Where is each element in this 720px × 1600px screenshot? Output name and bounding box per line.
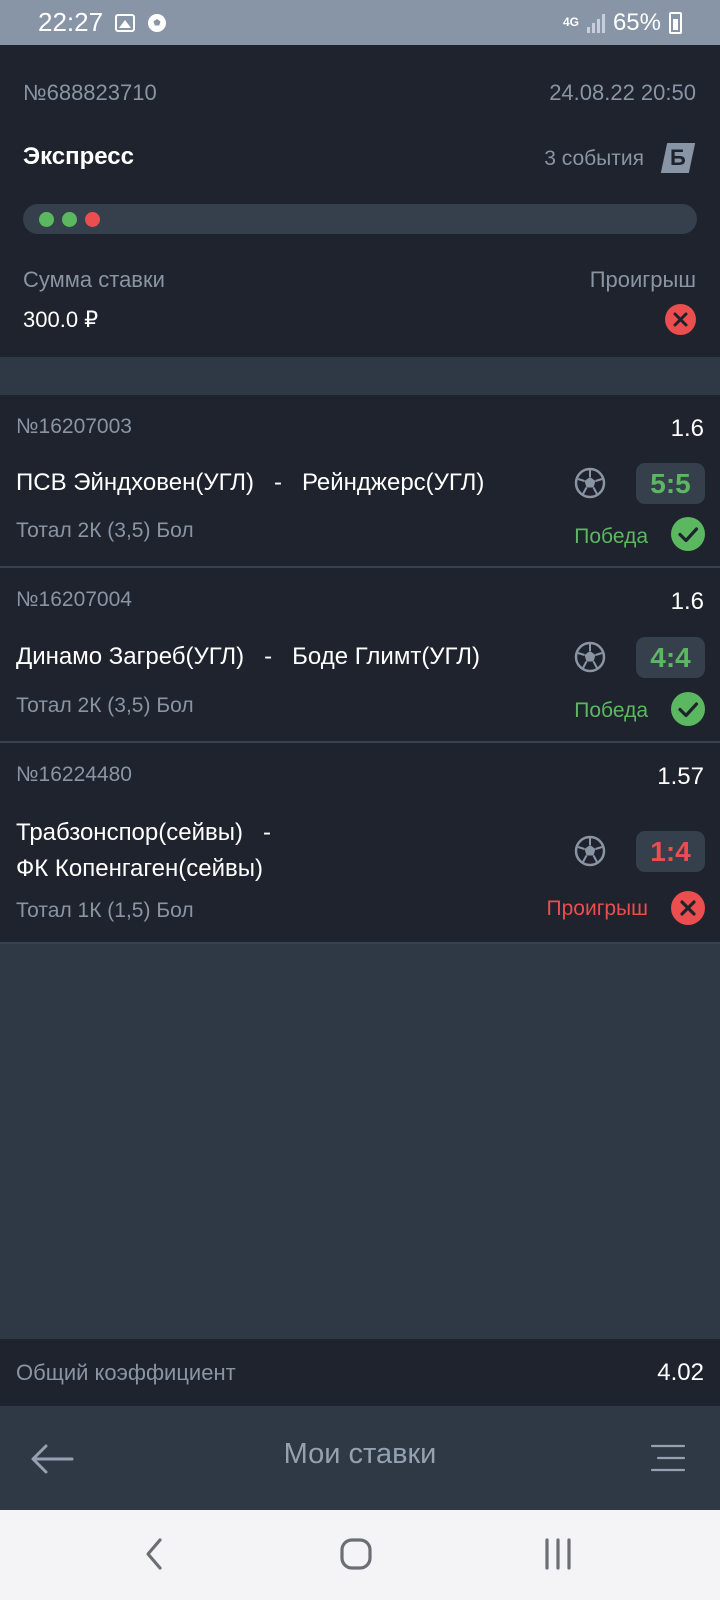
event-market: Тотал 2К (3,5) Бол [16,694,194,717]
loss-icon [665,304,696,335]
win-check-icon [671,517,705,551]
system-nav-bar [0,1510,720,1600]
event-teams: Трабзонспор(сейвы) - ФК Копенгаген(сейвы… [16,819,271,882]
total-odds-label: Общий коэффициент [16,1360,236,1385]
event-teams: Динамо Загреб(УГЛ) - Боде Глимт(УГЛ) [16,643,480,670]
battery-percent: 65% [612,8,661,36]
event-score: 1:4 [636,831,705,872]
system-recents-icon[interactable] [543,1538,573,1570]
event-teams: ПСВ Эйндховен(УГЛ) - Рейнджерс(УГЛ) [16,469,485,496]
bet-type: Экспресс [23,143,134,170]
event-id: №16207004 [16,588,132,611]
soccer-ball-icon [574,641,606,673]
soccer-ball-icon [574,835,606,867]
bet-result-label: Проигрыш [589,267,696,292]
stake-value: 300.0 ₽ [23,307,99,332]
loss-icon [671,891,705,925]
total-odds-value: 4.02 [657,1359,704,1386]
bookmaker-badge: Б [660,143,696,173]
progress-dot-win [39,211,54,227]
page-title: Мои ставки [283,1438,437,1470]
events-count: 3 события [544,147,644,170]
bet-date: 24.08.22 20:50 [549,80,696,105]
event-card[interactable]: №16207004 1.6 Динамо Загреб(УГЛ) - Боде … [0,568,720,743]
system-home-icon[interactable] [339,1537,373,1571]
image-icon [115,13,136,32]
total-odds-bar: Общий коэффициент 4.02 [0,1339,720,1406]
event-score: 5:5 [636,463,705,504]
event-odd: 1.6 [670,588,704,615]
progress-dot-win [62,211,77,227]
network-type: 4G [562,15,579,29]
event-score: 4:4 [636,637,705,678]
battery-icon [669,11,682,34]
app-bottom-bar: Мои ставки [0,1406,720,1510]
status-bar: 22:27 4G 65% [0,0,720,45]
status-time: 22:27 [38,7,104,37]
event-status: Победа [574,699,648,722]
soccer-ball-icon [574,467,606,499]
event-odd: 1.6 [670,415,704,442]
win-check-icon [671,692,705,726]
event-status: Победа [574,525,648,548]
bet-id: №688823710 [23,80,157,105]
soccer-ball-icon [148,13,167,32]
event-id: №16207003 [16,415,132,438]
progress-dot-loss [85,211,100,227]
signal-icon [586,13,605,33]
event-card[interactable]: №16207003 1.6 ПСВ Эйндховен(УГЛ) - Рейнд… [0,395,720,568]
menu-icon[interactable] [650,1442,686,1474]
event-status: Проигрыш [546,897,648,920]
system-back-icon[interactable] [142,1536,166,1572]
event-progress-track [23,204,697,234]
event-id: №16224480 [16,763,132,786]
event-market: Тотал 1К (1,5) Бол [16,899,194,922]
bet-summary-card: №688823710 24.08.22 20:50 Экспресс 3 соб… [0,45,720,357]
event-odd: 1.57 [657,763,704,790]
event-card[interactable]: №16224480 1.57 Трабзонспор(сейвы) - ФК К… [0,743,720,944]
event-market: Тотал 2К (3,5) Бол [16,519,194,542]
stake-label: Сумма ставки [23,267,165,292]
